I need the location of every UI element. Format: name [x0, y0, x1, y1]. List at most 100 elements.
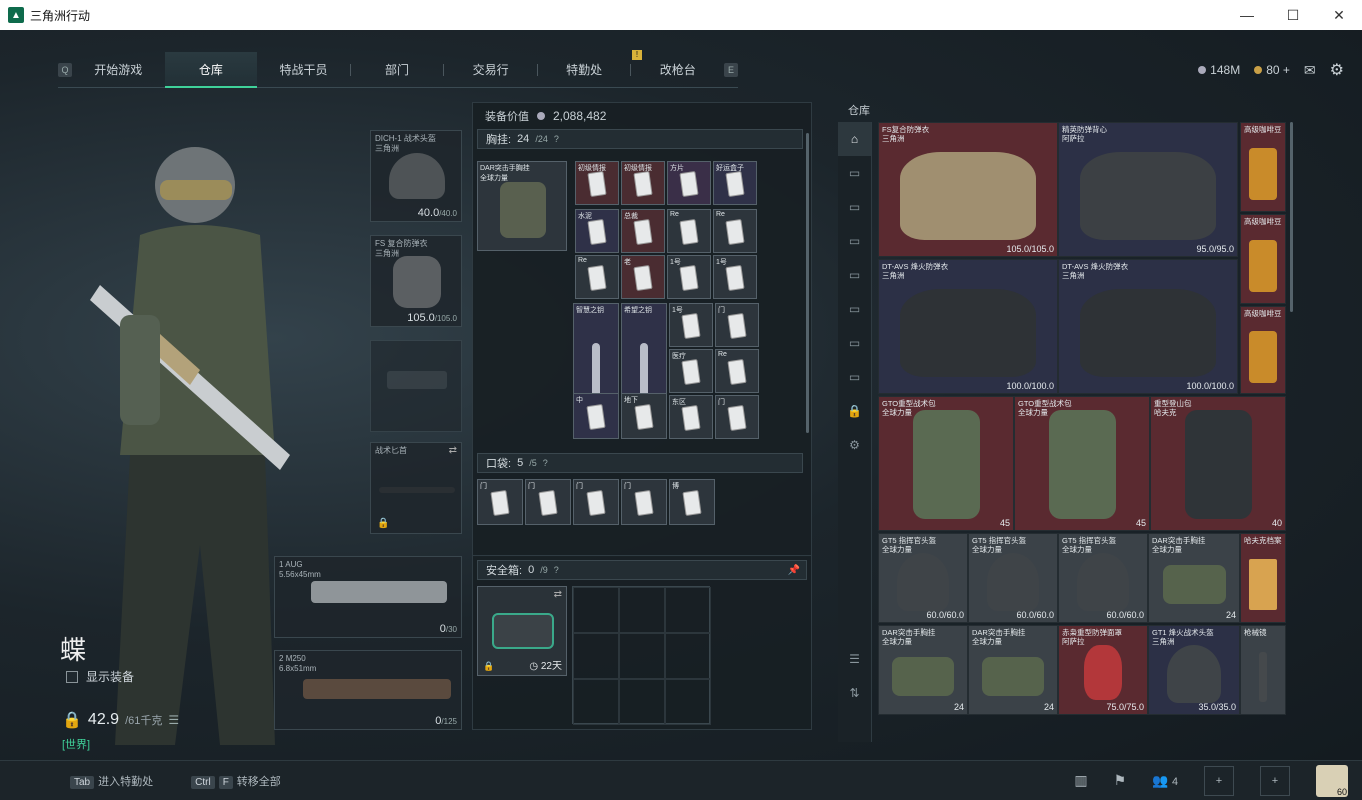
equipment-scrollbar[interactable]	[806, 133, 809, 433]
stash-item[interactable]: DAR突击手胸挂 全球力量 24	[1148, 533, 1240, 623]
tab-gunsmith[interactable]: 改枪台	[631, 52, 724, 88]
stash-item[interactable]: 赤枭重型防弹面罩 阿萨拉 75.0/75.0	[1058, 625, 1148, 715]
stash-item[interactable]: GT1 烽火战术头盔 三角洲 35.0/35.0	[1148, 625, 1240, 715]
armor-slot[interactable]: FS 复合防弹衣 三角洲 105.0/105.0	[370, 235, 462, 327]
rig-cell-item[interactable]: Re	[667, 209, 711, 253]
help-icon[interactable]: ?	[554, 134, 559, 144]
rig-cell-item[interactable]: 1号	[669, 303, 713, 347]
close-button[interactable]: ✕	[1316, 0, 1362, 30]
rig-cell-item[interactable]: 初级情报	[575, 161, 619, 205]
mail-icon[interactable]: ✉	[1304, 62, 1316, 79]
pin-icon[interactable]: 📌	[788, 565, 800, 576]
show-gear-toggle[interactable]: 显示装备	[66, 668, 134, 685]
stash-item[interactable]: GTO重型战术包 全球力量 45	[1014, 396, 1150, 531]
tab-warehouse[interactable]: 仓库	[164, 51, 258, 88]
tab-operators[interactable]: 特战干员	[257, 52, 350, 88]
stash-tab-3-icon[interactable]: ▭	[838, 224, 871, 258]
stash-tab-5-icon[interactable]: ▭	[838, 292, 871, 326]
pistol-slot[interactable]	[370, 340, 462, 432]
secondary-weapon-slot[interactable]: 2 M250 6.8x51mm 0/125	[274, 650, 462, 730]
rig-cell-item[interactable]: 门	[715, 395, 759, 439]
add-friend-slot-1[interactable]: +	[1204, 765, 1234, 796]
chat-channel[interactable]: [世界]	[62, 736, 90, 752]
stash-item[interactable]: 重型登山包 哈夫克 40	[1150, 396, 1286, 531]
sort-icon[interactable]: ⇅	[838, 676, 871, 710]
stash-item[interactable]: 高级咖啡豆	[1240, 306, 1286, 394]
rig-cell-item[interactable]: 1号	[713, 255, 757, 299]
rig-cell-item[interactable]: Re	[713, 209, 757, 253]
stash-item[interactable]: 高级咖啡豆	[1240, 122, 1286, 212]
rig-cell-item[interactable]: 总裁	[621, 209, 665, 253]
add-currency-button[interactable]: +	[1283, 63, 1290, 77]
stats-icon[interactable]: ▥	[1074, 772, 1087, 789]
show-gear-checkbox[interactable]	[66, 670, 78, 683]
gear-icon[interactable]: ⚙	[838, 428, 871, 462]
transfer-all-hint[interactable]: Ctrl F 转移全部	[191, 773, 281, 789]
stash-tab-1-icon[interactable]: ▭	[838, 156, 871, 190]
rig-cell-item[interactable]: Re	[715, 349, 759, 393]
enter-special-ops-hint[interactable]: Tab 进入特勤处	[70, 773, 153, 789]
helmet-slot[interactable]: DICH-1 战术头盔 三角洲 40.0/40.0	[370, 130, 462, 222]
stash-tab-6-icon[interactable]: ▭	[838, 326, 871, 360]
stash-item[interactable]: 枪械镜	[1240, 625, 1286, 715]
stash-item[interactable]: GT5 指挥官头盔 全球力量 60.0/60.0	[878, 533, 968, 623]
stash-item[interactable]: GT5 指挥官头盔 全球力量 60.0/60.0	[1058, 533, 1148, 623]
pocket-item[interactable]: 门	[477, 479, 523, 525]
pocket-item[interactable]: 门	[621, 479, 667, 525]
primary-weapon-slot[interactable]: 1 AUG 5.56x45mm 0/30	[274, 556, 462, 638]
nav-next-key[interactable]: E	[724, 62, 739, 77]
stash-home-icon[interactable]: ⌂	[838, 122, 871, 156]
squad-icon[interactable]: 👥 4	[1152, 773, 1178, 789]
stash-tab-2-icon[interactable]: ▭	[838, 190, 871, 224]
help-icon[interactable]: ?	[554, 565, 559, 575]
tab-start-game[interactable]: 开始游戏	[72, 52, 165, 88]
rig-cell-item[interactable]: 老	[621, 255, 665, 299]
flag-icon[interactable]: ⚑	[1114, 772, 1127, 789]
stash-item[interactable]: DAR突击手胸挂 全球力量 24	[968, 625, 1058, 715]
rig-cell-item[interactable]: 东区	[669, 395, 713, 439]
melee-slot[interactable]: 战术匕首 ⇄ 🔒	[370, 442, 462, 534]
pocket-item[interactable]: 门	[525, 479, 571, 525]
rig-cell-item[interactable]: 门	[715, 303, 759, 347]
add-friend-slot-2[interactable]: +	[1260, 765, 1290, 796]
list-icon[interactable]: ☰	[168, 713, 179, 727]
lock-icon[interactable]: 🔒	[838, 394, 871, 428]
stash-item[interactable]: FS复合防弹衣 三角洲 105.0/105.0	[878, 122, 1058, 257]
stash-item[interactable]: GTO重型战术包 全球力量 45	[878, 396, 1014, 531]
stash-item[interactable]: DT-AVS 烽火防弹衣 三角洲 100.0/100.0	[1058, 259, 1238, 394]
tab-special-ops[interactable]: 特勤处	[538, 52, 631, 88]
rig-cell-item[interactable]: 方片	[667, 161, 711, 205]
rig-cell-item[interactable]: Re	[575, 255, 619, 299]
avatar[interactable]: 60	[1316, 764, 1348, 797]
rig-cell-item[interactable]: 医疗	[669, 349, 713, 393]
tab-trade[interactable]: 交易行	[444, 52, 537, 88]
nav-prev-key[interactable]: Q	[58, 62, 72, 77]
stash-tab-4-icon[interactable]: ▭	[838, 258, 871, 292]
stash-item[interactable]: 高级咖啡豆	[1240, 214, 1286, 304]
tab-department[interactable]: 部门	[351, 52, 444, 88]
stash-item[interactable]: DT-AVS 烽火防弹衣 三角洲 100.0/100.0	[878, 259, 1058, 394]
stash-item[interactable]: 哈夫克档案	[1240, 533, 1286, 623]
gear-icon[interactable]: ⚙	[1330, 60, 1344, 80]
swap-icon[interactable]: ⇄	[449, 445, 457, 456]
stash-item[interactable]: DAR突击手胸挂 全球力量 24	[878, 625, 968, 715]
chest-rig-item[interactable]: DAR突击手胸挂 全球力量	[477, 161, 567, 251]
layers-icon[interactable]: ☰	[838, 642, 871, 676]
stash-scrollbar[interactable]	[1290, 122, 1293, 312]
swap-icon[interactable]: ⇄	[554, 589, 562, 600]
stash-item[interactable]: GT5 指挥官头盔 全球力量 60.0/60.0	[968, 533, 1058, 623]
safebox-item[interactable]: ⇄ 🔒 ◷ 22天	[477, 586, 567, 676]
rig-cell-item[interactable]: 1号	[667, 255, 711, 299]
help-icon[interactable]: ?	[543, 458, 548, 468]
stash-item[interactable]: 精英防弹背心 阿萨拉 95.0/95.0	[1058, 122, 1238, 257]
rig-cell-item[interactable]: 地下	[621, 393, 667, 439]
maximize-button[interactable]: ☐	[1270, 0, 1316, 30]
minimize-button[interactable]: —	[1224, 0, 1270, 30]
rig-cell-item[interactable]: 初级情报	[621, 161, 665, 205]
stash-tab-7-icon[interactable]: ▭	[838, 360, 871, 394]
rig-cell-item[interactable]: 水泥	[575, 209, 619, 253]
pocket-item[interactable]: 博	[669, 479, 715, 525]
pocket-item[interactable]: 门	[573, 479, 619, 525]
rig-cell-item[interactable]: 好运盒子	[713, 161, 757, 205]
rig-cell-item[interactable]: 中	[573, 393, 619, 439]
